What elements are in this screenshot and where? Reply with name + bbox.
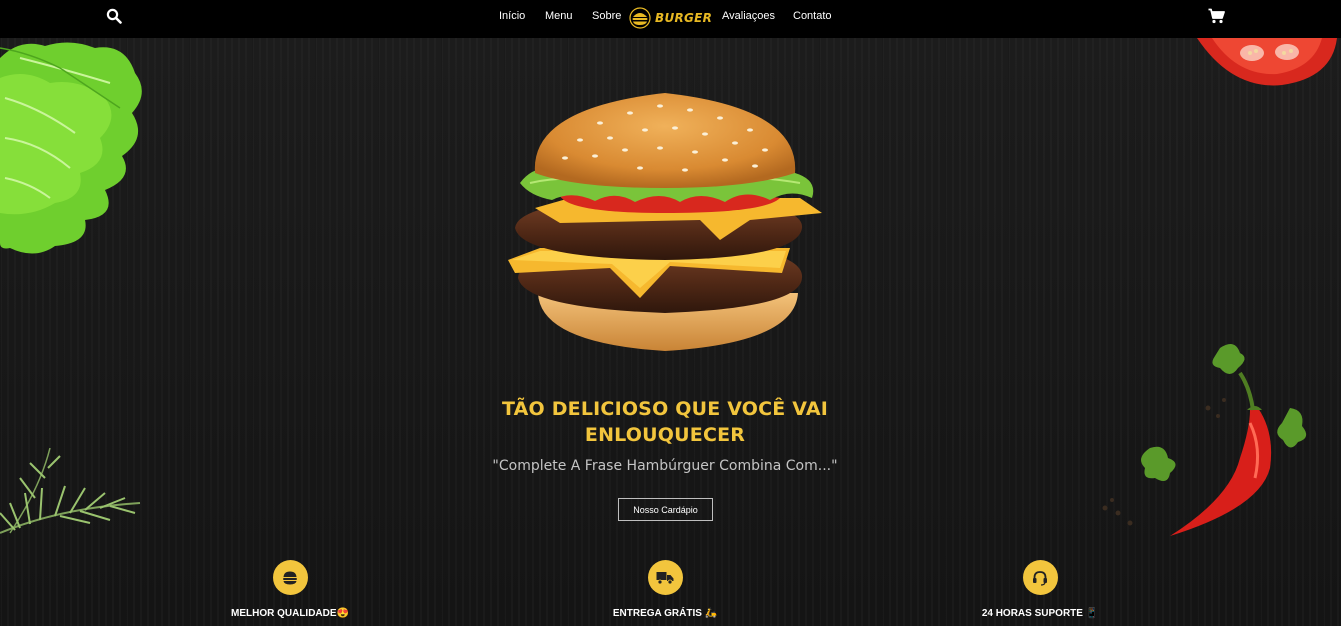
feature-support: 24 HORAS SUPORTE 📱 bbox=[940, 560, 1140, 619]
top-navbar: Início Menu Sobre BURGER Avaliaçoes Cont… bbox=[0, 0, 1341, 38]
rosemary-image bbox=[0, 448, 141, 534]
brand-logo-text: BURGER bbox=[655, 11, 713, 25]
feature-quality-badge bbox=[272, 560, 308, 595]
nav-link-sobre[interactable]: Sobre bbox=[592, 10, 621, 22]
nav-link-inicio[interactable]: Início bbox=[499, 10, 525, 22]
nav-link-contato[interactable]: Contato bbox=[793, 10, 832, 22]
feature-delivery: ENTREGA GRÁTIS 🛵 bbox=[565, 560, 765, 619]
truck-icon bbox=[656, 571, 674, 584]
hero-subheadline: "Complete A Frase Hambúrguer Combina Com… bbox=[492, 458, 838, 474]
feature-delivery-badge bbox=[647, 560, 683, 595]
menu-cta-button[interactable]: Nosso Cardápio bbox=[618, 498, 713, 521]
headset-icon bbox=[1033, 570, 1047, 586]
burger-logo-icon bbox=[629, 7, 651, 29]
hero-section: TÃO DELICIOSO QUE VOCÊ VAI ENLOUQUECER "… bbox=[0, 38, 1341, 626]
brand-logo[interactable]: BURGER bbox=[628, 6, 712, 30]
hero-headline: TÃO DELICIOSO QUE VOCÊ VAI ENLOUQUECER bbox=[501, 398, 829, 446]
cart-icon[interactable] bbox=[1208, 8, 1225, 24]
burger-icon bbox=[283, 571, 297, 584]
feature-quality-label: MELHOR QUALIDADE😍 bbox=[230, 608, 349, 619]
feature-support-label: 24 HORAS SUPORTE 📱 bbox=[981, 608, 1099, 619]
search-icon[interactable] bbox=[106, 8, 122, 24]
burger-image bbox=[508, 93, 822, 351]
lettuce-image bbox=[0, 42, 142, 254]
feature-support-badge bbox=[1022, 560, 1058, 595]
tomato-image bbox=[1197, 38, 1337, 86]
feature-delivery-label: ENTREGA GRÁTIS 🛵 bbox=[612, 608, 718, 619]
nav-link-menu[interactable]: Menu bbox=[545, 10, 573, 22]
nav-link-avaliacoes[interactable]: Avaliaçoes bbox=[722, 10, 775, 22]
chili-pepper-image bbox=[1102, 344, 1307, 536]
feature-quality: MELHOR QUALIDADE😍 bbox=[190, 560, 390, 619]
